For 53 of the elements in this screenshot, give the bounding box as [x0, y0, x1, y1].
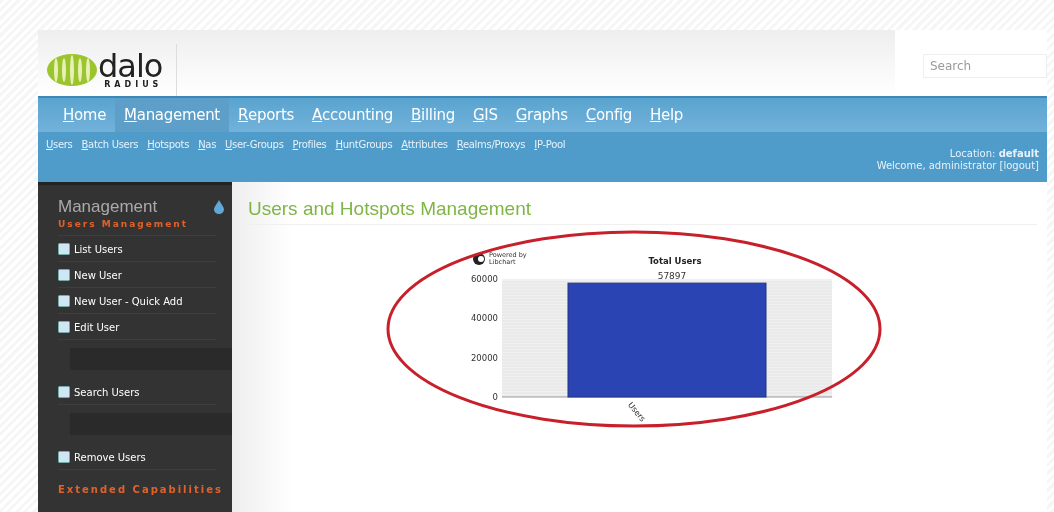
submenu-link[interactable]: IP-Pool: [534, 139, 566, 150]
logout-link[interactable]: [logout]: [999, 160, 1039, 171]
menu-tab[interactable]: Billing: [402, 98, 464, 132]
document-icon: [58, 269, 70, 281]
water-drop-icon: [214, 200, 224, 214]
axis-tick-label: 0: [492, 392, 498, 402]
menu-tab[interactable]: GIS: [464, 98, 507, 132]
location-label: Location:: [949, 148, 996, 159]
document-icon: [58, 321, 70, 333]
submenu-link[interactable]: Realms/Proxys: [456, 139, 526, 150]
document-icon: [58, 386, 70, 398]
page-title: Users and Hotspots Management: [248, 198, 1037, 225]
section-heading: Extended Capabilities: [58, 484, 224, 495]
logo-subtitle: RADIUS: [103, 79, 163, 89]
data-label: 57897: [657, 271, 687, 282]
sidebar-link[interactable]: List Users: [58, 237, 216, 262]
submenu-link[interactable]: Profiles: [292, 139, 327, 150]
menu-tab[interactable]: Management: [115, 98, 229, 132]
menu-tab[interactable]: Config: [576, 98, 642, 132]
globe-icon: [46, 53, 98, 87]
document-icon: [58, 243, 70, 255]
document-icon: [58, 295, 70, 307]
location-value: default: [998, 148, 1039, 159]
submenu-link[interactable]: Batch Users: [81, 139, 139, 150]
submenu-link[interactable]: Attributes: [401, 139, 448, 150]
menu-tab[interactable]: Reports: [228, 98, 304, 132]
menu-tab[interactable]: Graphs: [506, 98, 577, 132]
axis-tick-label: 60000: [470, 274, 498, 284]
input-field[interactable]: [70, 413, 232, 435]
sidebar-link[interactable]: Edit User: [58, 315, 216, 340]
search-field[interactable]: Search: [923, 54, 1047, 78]
axis-tick-label: 40000: [470, 313, 498, 324]
sidebar-link[interactable]: New User: [58, 263, 216, 288]
submenu-link[interactable]: Users: [46, 139, 73, 150]
sidebar-link[interactable]: New User - Quick Add: [58, 289, 216, 314]
submenu-link[interactable]: HuntGroups: [335, 139, 393, 150]
axis-tick-label: 20000: [470, 352, 498, 363]
chart-logo-icon: [473, 253, 485, 265]
menu-tab[interactable]: Help: [641, 98, 693, 132]
menu-tab[interactable]: Home: [54, 98, 116, 132]
submenu-link[interactable]: Nas: [198, 139, 217, 150]
section-heading: Users Management: [58, 219, 216, 236]
sidebar-title: Management: [58, 197, 158, 217]
sidebar-link[interactable]: Remove Users: [58, 445, 216, 470]
submenu-link[interactable]: User-Groups: [225, 139, 284, 150]
logo-wordmark: dalo: [98, 51, 163, 80]
chart-title: Total Users: [648, 256, 702, 266]
sidebar-link[interactable]: Search Users: [58, 380, 216, 405]
submenu-link[interactable]: Hotspots: [147, 139, 190, 150]
welcome-text: Welcome, administrator: [876, 160, 997, 171]
document-icon: [58, 451, 70, 463]
input-field[interactable]: [70, 348, 232, 370]
menu-tab[interactable]: Accounting: [303, 98, 403, 132]
